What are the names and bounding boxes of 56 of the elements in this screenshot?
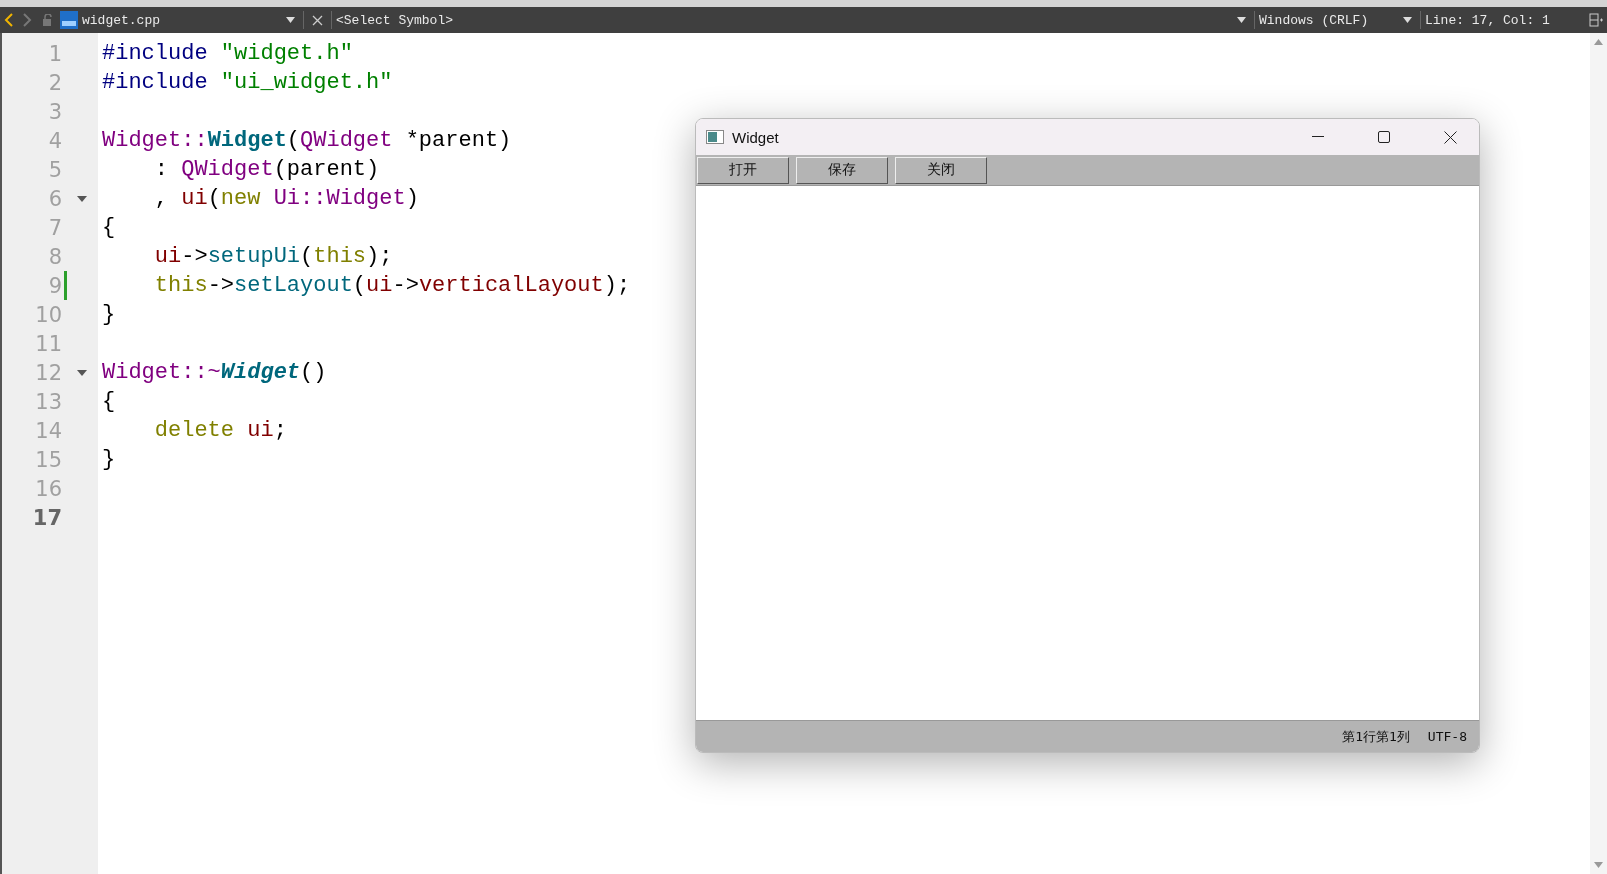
toolbar-button[interactable]: 打开 bbox=[697, 156, 789, 184]
fold-toggle[interactable] bbox=[77, 195, 87, 202]
lock-icon bbox=[42, 14, 54, 26]
scrollbar[interactable] bbox=[1590, 33, 1607, 874]
toolbar-button[interactable]: 保存 bbox=[796, 156, 888, 184]
caret-icon bbox=[1237, 17, 1246, 23]
line-number: 5 bbox=[47, 157, 62, 182]
line-number: 14 bbox=[34, 418, 62, 443]
minimize-icon bbox=[1312, 136, 1324, 138]
code-line: #include "widget.h" bbox=[102, 41, 353, 66]
line-number: 2 bbox=[47, 70, 62, 95]
code-line: , ui(new Ui::Widget) bbox=[153, 186, 419, 211]
line-number: 17 bbox=[31, 505, 62, 530]
code-line: { bbox=[102, 215, 116, 240]
line-number: 12 bbox=[34, 360, 62, 385]
window-title: Widget bbox=[732, 128, 780, 146]
close-icon bbox=[1443, 130, 1457, 144]
scroll-down-icon[interactable] bbox=[1594, 862, 1603, 868]
cursor-position: Line: 17, Col: 1 bbox=[1425, 12, 1551, 28]
line-number: 13 bbox=[34, 389, 62, 414]
line-number: 9 bbox=[47, 273, 62, 298]
chevron-left-icon bbox=[4, 13, 14, 27]
line-number: 15 bbox=[34, 447, 62, 472]
code-line: Widget::Widget(QWidget *parent) bbox=[102, 128, 512, 153]
caret-icon bbox=[286, 17, 295, 23]
line-number: 11 bbox=[34, 331, 62, 356]
line-ending-label: Windows (CRLF) bbox=[1259, 12, 1370, 28]
line-number: 3 bbox=[47, 99, 62, 124]
chevron-right-icon bbox=[22, 13, 32, 27]
line-number: 1 bbox=[47, 41, 62, 66]
status-text: UTF-8 bbox=[1427, 729, 1467, 744]
code-line: } bbox=[102, 302, 116, 327]
maximize-icon bbox=[1378, 131, 1390, 143]
line-number: 16 bbox=[34, 476, 62, 501]
line-number: 7 bbox=[47, 215, 62, 240]
file-type-icon bbox=[60, 11, 78, 29]
code-line: { bbox=[102, 389, 116, 414]
code-line: delete ui; bbox=[153, 418, 287, 443]
symbol-selector[interactable]: <Select Symbol> bbox=[336, 12, 1233, 28]
toolbar-button[interactable]: 关闭 bbox=[895, 156, 987, 184]
caret-icon bbox=[1403, 17, 1412, 23]
code-line: : QWidget(parent) bbox=[153, 157, 380, 182]
line-number: 10 bbox=[34, 302, 62, 327]
code-line: } bbox=[102, 447, 116, 472]
line-number: 6 bbox=[47, 186, 62, 211]
code-line: Widget::~Widget() bbox=[102, 360, 327, 385]
line-number: 8 bbox=[47, 244, 62, 269]
status-text: 第1行第1列 bbox=[1342, 727, 1410, 746]
window-icon bbox=[706, 130, 724, 144]
code-line: #include "ui_widget.h" bbox=[102, 70, 393, 95]
file-name: widget.cpp bbox=[82, 12, 161, 28]
scroll-up-icon[interactable] bbox=[1594, 39, 1603, 45]
code-line: ui->setupUi(this); bbox=[153, 244, 393, 269]
line-number: 4 bbox=[47, 128, 62, 153]
fold-toggle[interactable] bbox=[77, 369, 87, 376]
code-line: this->setLayout(ui->verticalLayout); bbox=[153, 273, 631, 298]
